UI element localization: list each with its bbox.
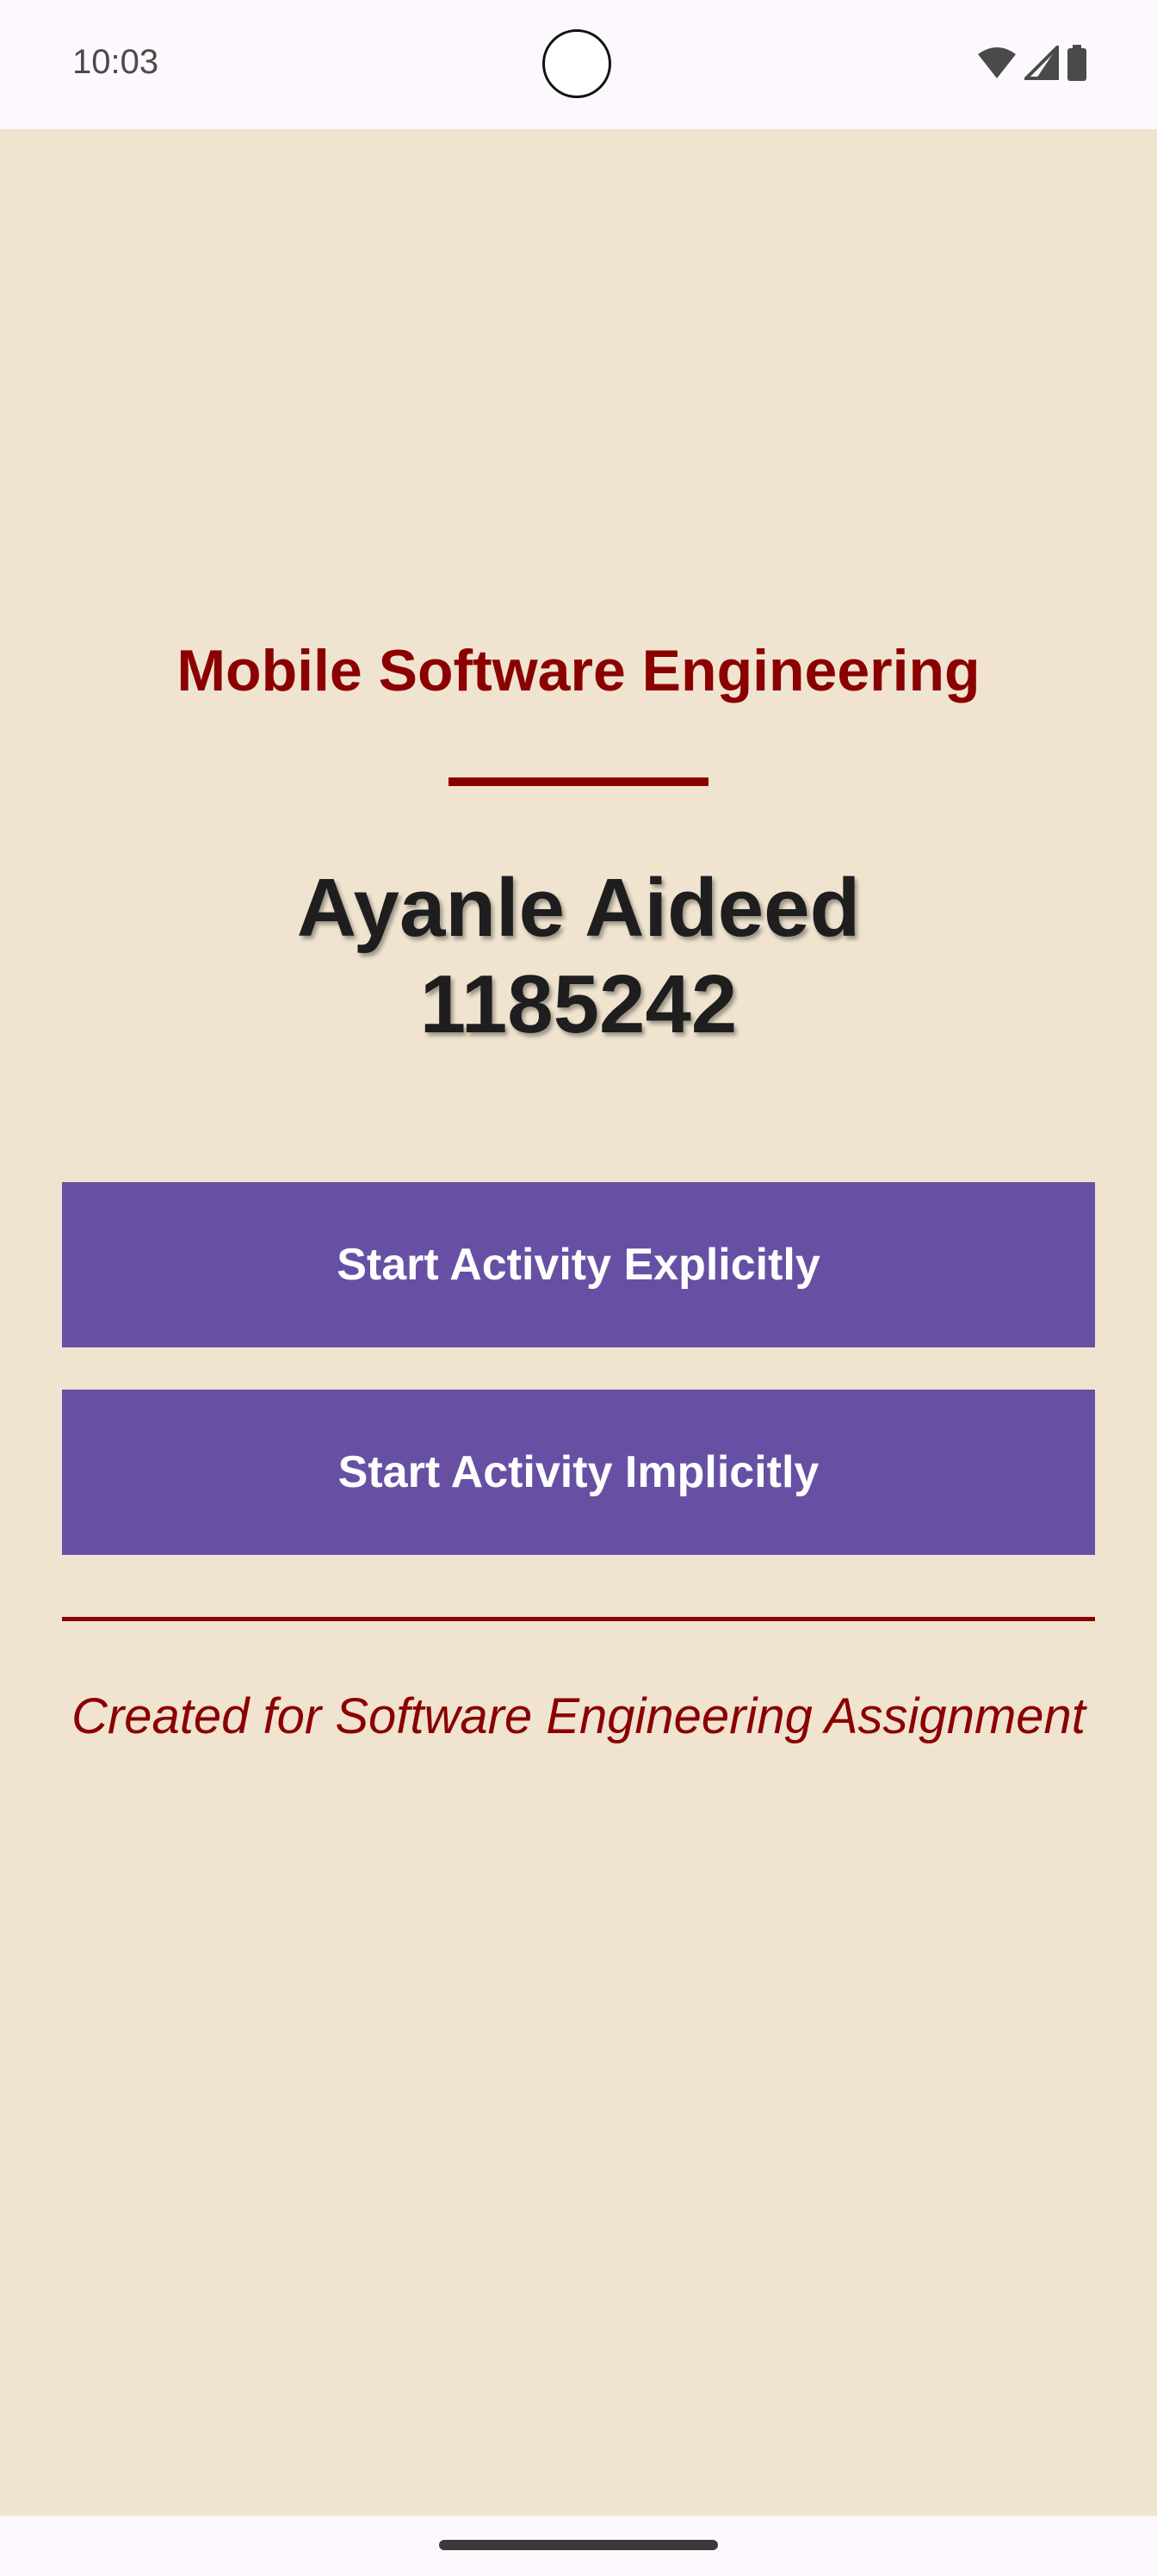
student-id: 1185242 — [419, 958, 738, 1050]
wifi-icon — [976, 46, 1018, 80]
footer-divider — [62, 1617, 1095, 1621]
start-activity-explicitly-button[interactable]: Start Activity Explicitly — [62, 1182, 1095, 1347]
camera-cutout — [542, 29, 611, 98]
status-bar: 10:03 — [0, 0, 1157, 129]
cellular-signal-icon — [1024, 46, 1059, 80]
status-icons — [976, 45, 1088, 81]
home-indicator[interactable] — [439, 2540, 718, 2550]
subject-title: Mobile Software Engineering — [176, 638, 981, 703]
student-name: Ayanle Aideed — [296, 862, 861, 954]
start-activity-implicitly-button[interactable]: Start Activity Implicitly — [62, 1390, 1095, 1555]
title-divider — [449, 777, 708, 786]
battery-icon — [1066, 45, 1088, 81]
status-time: 10:03 — [72, 43, 159, 81]
screen: 10:03 Mobile Software Engineering Ayanle… — [0, 0, 1157, 2576]
footer-note: Created for Software Engineering Assignm… — [71, 1688, 1086, 1744]
